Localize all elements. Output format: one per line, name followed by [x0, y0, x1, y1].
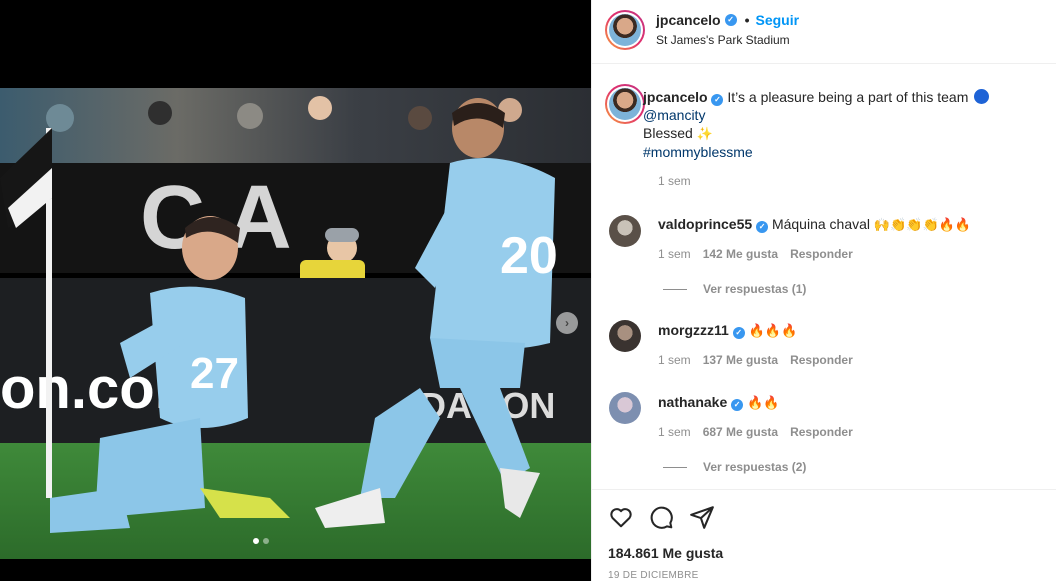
like-count[interactable]: 184.861 Me gusta [608, 545, 723, 561]
comment-likes[interactable]: 137 Me gusta [703, 353, 778, 367]
comment-meta: 1 sem 687 Me gusta Responder [658, 425, 853, 439]
verified-icon: ✓ [724, 14, 737, 26]
comment-likes[interactable]: 142 Me gusta [703, 247, 778, 261]
comment-emoji: 🔥🔥🔥 [748, 323, 798, 338]
view-replies-button[interactable]: Ver respuestas (2) [663, 460, 806, 474]
verified-icon: ✓ [756, 221, 769, 233]
post-location[interactable]: St James's Park Stadium [656, 33, 790, 47]
jersey-number-27: 27 [190, 349, 239, 398]
view-replies-label: Ver respuestas (1) [703, 282, 807, 296]
post-sidebar: jpcancelo ✓ • Seguir St James's Park Sta… [591, 0, 1056, 581]
comment-meta: 1 sem 142 Me gusta Responder [658, 247, 853, 261]
comment-time: 1 sem [658, 425, 691, 439]
comment-time: 1 sem [658, 247, 691, 261]
caption-line-1: It’s a pleasure being a part of this tea… [727, 89, 969, 105]
comment-text: Máquina chaval [771, 216, 870, 232]
author-row: jpcancelo ✓ • Seguir [656, 12, 799, 28]
commenter-avatar[interactable] [609, 320, 641, 352]
reply-button[interactable]: Responder [790, 353, 853, 367]
chevron-right-icon: › [565, 316, 569, 330]
comment-emoji: 🔥🔥 [747, 395, 780, 410]
author-avatar[interactable] [605, 10, 645, 50]
replies-divider [663, 466, 687, 468]
caption-hashtag[interactable]: #mommyblessme [643, 144, 753, 160]
post-photo[interactable]: C A on.co.uk DATION [0, 88, 591, 559]
author-username[interactable]: jpcancelo [656, 12, 721, 28]
caption-avatar[interactable] [605, 84, 645, 124]
next-photo-button[interactable]: › [556, 312, 578, 334]
caption-mention[interactable]: @mancity [643, 107, 705, 123]
caption-line-2: Blessed [643, 125, 693, 141]
caption-username[interactable]: jpcancelo [643, 89, 708, 105]
view-replies-label: Ver respuestas (2) [703, 460, 807, 474]
caption-text: jpcancelo ✓ It’s a pleasure being a part… [643, 88, 1023, 161]
comment-body: nathanake ✓ 🔥🔥 [658, 394, 779, 411]
commenter-username[interactable]: morgzzz11 [658, 322, 729, 338]
comment-likes[interactable]: 687 Me gusta [703, 425, 778, 439]
commenter-username[interactable]: nathanake [658, 394, 727, 410]
star-icon: ✨ [696, 126, 713, 141]
post-header: jpcancelo ✓ • Seguir St James's Park Sta… [592, 0, 1056, 64]
comment-time: 1 sem [658, 353, 691, 367]
view-replies-button[interactable]: Ver respuestas (1) [663, 282, 806, 296]
share-paper-plane-icon[interactable] [689, 504, 715, 530]
comment-meta: 1 sem 137 Me gusta Responder [658, 353, 853, 367]
instagram-post-view: C A on.co.uk DATION [0, 0, 1056, 581]
comment-bubble-icon[interactable] [648, 504, 674, 530]
commenter-username[interactable]: valdoprince55 [658, 216, 752, 232]
caption-time: 1 sem [658, 174, 691, 188]
carousel-dot [263, 538, 269, 544]
replies-divider [663, 288, 687, 290]
reply-button[interactable]: Responder [790, 425, 853, 439]
carousel-indicator [253, 538, 269, 544]
comment-body: valdoprince55 ✓ Máquina chaval 🙌👏👏👏🔥🔥 [658, 216, 971, 233]
carousel-dot [253, 538, 259, 544]
post-actions [592, 489, 1056, 529]
verified-icon: ✓ [731, 399, 744, 411]
follow-button[interactable]: Seguir [756, 12, 800, 28]
reply-button[interactable]: Responder [790, 247, 853, 261]
verified-icon: ✓ [732, 327, 745, 339]
blue-circle-icon [974, 89, 990, 104]
post-media: C A on.co.uk DATION [0, 0, 591, 581]
commenter-avatar[interactable] [609, 215, 641, 247]
comment-emoji: 🙌👏👏👏🔥🔥 [873, 217, 972, 232]
post-date: 19 DE DICIEMBRE [608, 570, 699, 581]
separator-dot: • [744, 12, 750, 28]
comment-body: morgzzz11 ✓ 🔥🔥🔥 [658, 322, 797, 339]
commenter-avatar[interactable] [609, 392, 641, 424]
like-heart-icon[interactable] [608, 504, 634, 530]
jersey-number-20: 20 [500, 227, 558, 285]
verified-icon: ✓ [711, 94, 724, 106]
